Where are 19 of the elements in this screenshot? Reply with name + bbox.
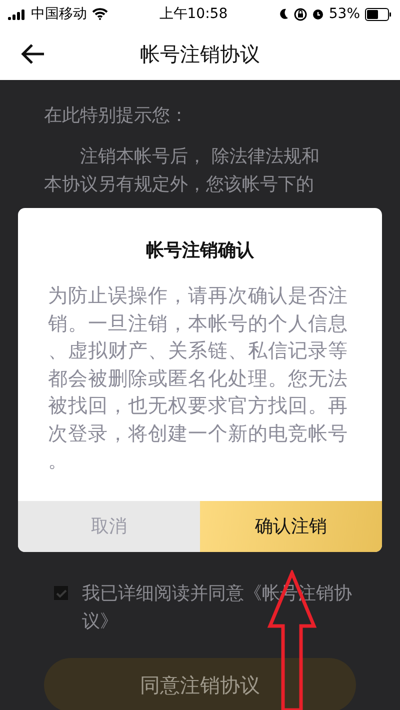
dialog-title: 帐号注销确认 <box>146 239 254 262</box>
signal-icon <box>8 8 26 20</box>
cancel-button[interactable]: 取消 <box>18 500 200 552</box>
page-title: 帐号注销协议 <box>140 40 260 68</box>
agreement-text: 本协议另有规定外，您该帐号下的 <box>44 173 315 197</box>
agreement-text: 注销本帐号后， 除法律法规和 <box>79 145 321 169</box>
wifi-icon <box>92 8 108 20</box>
carrier-name: 中国移动 <box>31 5 87 23</box>
battery-percent: 53% <box>328 6 360 22</box>
battery-icon <box>365 8 392 20</box>
agree-checkbox[interactable] <box>54 586 68 600</box>
confirm-button[interactable]: 确认注销 <box>200 500 382 552</box>
dialog-message: 为防止误操作，请再次确认是否注销。一旦注销，本帐号的个人信息、虚拟财产、关系链、私信记录等都会被删除或匿名化处理。您无法被找回，也无权要求官方找回。再次登录，将创建一个新的电竞帐号。 <box>48 283 349 474</box>
agreement-text: 在此特别提示您： <box>44 104 189 128</box>
alarm-icon <box>312 8 324 20</box>
clock-time: 上午10:58 <box>159 5 228 23</box>
agree-button[interactable]: 同意注销协议 <box>44 658 356 710</box>
moon-icon <box>278 8 289 20</box>
rotation-lock-icon <box>294 8 307 20</box>
